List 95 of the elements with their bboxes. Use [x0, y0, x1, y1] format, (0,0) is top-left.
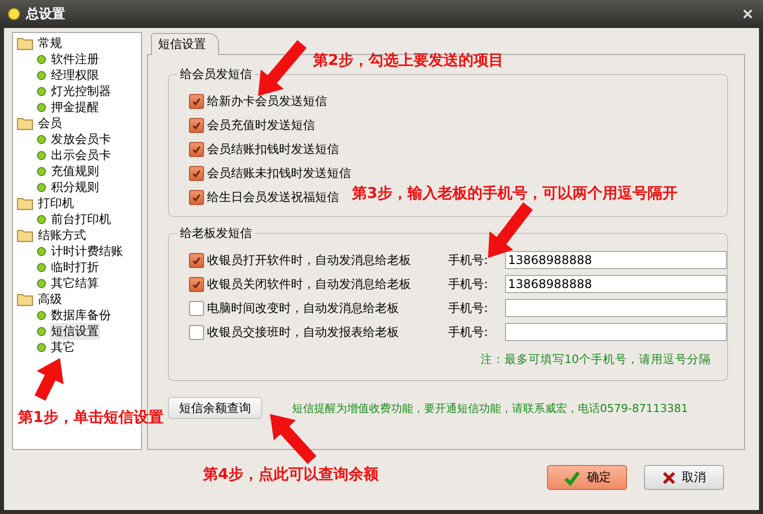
button-label: 取消 [682, 469, 706, 486]
window-title: 总设置 [26, 6, 66, 23]
group-title: 给会员发短信 [177, 66, 255, 83]
arrow [34, 358, 64, 401]
checkbox-label: 给新办卡会员发送短信 [207, 92, 327, 110]
phone-field[interactable]: 13868988888 [505, 275, 727, 293]
phone-field[interactable]: 13868988888 [505, 251, 727, 269]
tree-item[interactable]: 结账方式 [37, 226, 87, 244]
tree-item[interactable]: 灯光控制器 [50, 82, 112, 100]
folder-icon [17, 196, 33, 210]
bullet-icon [37, 278, 46, 288]
bullet-icon [37, 134, 46, 144]
folder-icon [17, 116, 33, 130]
tree-item[interactable]: 经理权限 [50, 66, 100, 84]
tree-item[interactable]: 充值规则 [50, 162, 100, 180]
checkbox-label: 会员充值时发送短信 [207, 116, 315, 134]
check-icon [192, 96, 201, 106]
bullet-icon [37, 262, 46, 272]
folder-icon [17, 36, 33, 50]
check-icon [192, 168, 201, 178]
notice-text: 短信提醒为增值收费功能，要开通短信功能，请联系威宏，电话0579-87113381 [292, 400, 688, 416]
check-icon [192, 144, 201, 154]
arrow [258, 40, 307, 96]
tree-item[interactable]: 计时计费结账 [50, 242, 124, 260]
checkbox[interactable] [189, 142, 204, 156]
tree-item[interactable]: 临时打折 [50, 258, 100, 276]
annotation-text: 第3步，输入老板的手机号，可以两个用逗号隔开 [352, 184, 678, 203]
tree-item[interactable]: 押金提醒 [50, 98, 100, 116]
arrow [270, 414, 316, 464]
bullet-icon [37, 342, 46, 352]
tree-item[interactable]: 其它结算 [50, 274, 100, 292]
bullet-icon [37, 182, 46, 192]
check-icon [192, 256, 201, 264]
tree-item[interactable]: 积分规则 [50, 178, 100, 196]
check-icon [563, 468, 581, 486]
bullet-icon [37, 310, 46, 320]
tree-item[interactable]: 发放会员卡 [50, 130, 112, 148]
folder-icon [17, 292, 33, 306]
checkbox[interactable] [189, 190, 204, 204]
bullet-icon [37, 102, 46, 112]
check-icon [192, 192, 201, 202]
cancel-button[interactable]: 取消 [644, 465, 724, 490]
bullet-icon [37, 150, 46, 160]
checkbox-label: 给生日会员发送祝福短信 [207, 188, 339, 206]
annotation-text: 第1步，单击短信设置 [18, 408, 164, 427]
ok-button[interactable]: 确定 [547, 465, 627, 490]
bullet-icon [37, 54, 46, 64]
tree-item[interactable]: 短信设置 [50, 322, 100, 340]
tree-item[interactable]: 出示会员卡 [50, 146, 112, 164]
checkbox[interactable] [189, 166, 204, 180]
phone-label: 手机号: [448, 276, 490, 292]
tree-item[interactable]: 软件注册 [50, 50, 100, 68]
window-icon [8, 8, 20, 20]
checkbox[interactable] [189, 252, 204, 268]
checkbox[interactable] [189, 276, 204, 292]
bullet-icon [37, 166, 46, 176]
checkbox-label: 收银员交接班时，自动发报表给老板 [207, 324, 400, 340]
bullet-icon [37, 214, 46, 224]
tree-item[interactable]: 数据库备份 [50, 306, 112, 324]
tab[interactable]: 短信设置 [151, 33, 219, 55]
annotation-text: 第2步，勾选上要发送的项目 [313, 51, 504, 70]
bullet-icon [37, 246, 46, 256]
annotation-text: 第4步，点此可以查询余额 [203, 465, 378, 484]
check-icon [192, 120, 201, 130]
checkbox-label: 会员结账扣钱时发送短信 [207, 140, 339, 158]
checkbox[interactable] [189, 118, 204, 132]
balance-query-button[interactable]: 短信余额查询 [168, 397, 262, 419]
group-title: 给老板发短信 [177, 225, 255, 242]
phone-label: 手机号: [448, 300, 490, 316]
bullet-icon [37, 70, 46, 80]
tree-item[interactable]: 高级 [37, 290, 63, 308]
phone-field[interactable] [505, 323, 727, 341]
tree-item[interactable]: 常规 [37, 34, 63, 52]
close-button[interactable]: × [740, 5, 755, 23]
close-icon [662, 470, 676, 484]
tree-item[interactable]: 前台打印机 [50, 210, 112, 228]
check-icon [192, 280, 201, 288]
bullet-icon [37, 86, 46, 96]
checkbox-label: 收银员关闭软件时，自动发消息给老板 [207, 276, 412, 292]
checkbox-label: 会员结账未扣钱时发送短信 [207, 164, 351, 182]
checkbox-label: 电脑时间改变时，自动发消息给老板 [207, 300, 400, 316]
phone-label: 手机号: [448, 252, 490, 268]
checkbox[interactable] [189, 94, 204, 108]
tree-item[interactable]: 会员 [37, 114, 63, 132]
tree-item[interactable]: 打印机 [37, 194, 75, 212]
checkbox-label: 收银员打开软件时，自动发消息给老板 [207, 252, 412, 268]
note-text: 注：最多可填写10个手机号，请用逗号分隔 [479, 352, 712, 367]
button-label: 确定 [587, 469, 611, 486]
checkbox[interactable] [189, 300, 204, 316]
checkbox[interactable] [189, 324, 204, 340]
tree-item[interactable]: 其它 [50, 338, 76, 356]
bullet-icon [37, 326, 46, 336]
folder-icon [17, 228, 33, 242]
phone-field[interactable] [505, 299, 727, 317]
phone-label: 手机号: [448, 324, 490, 340]
